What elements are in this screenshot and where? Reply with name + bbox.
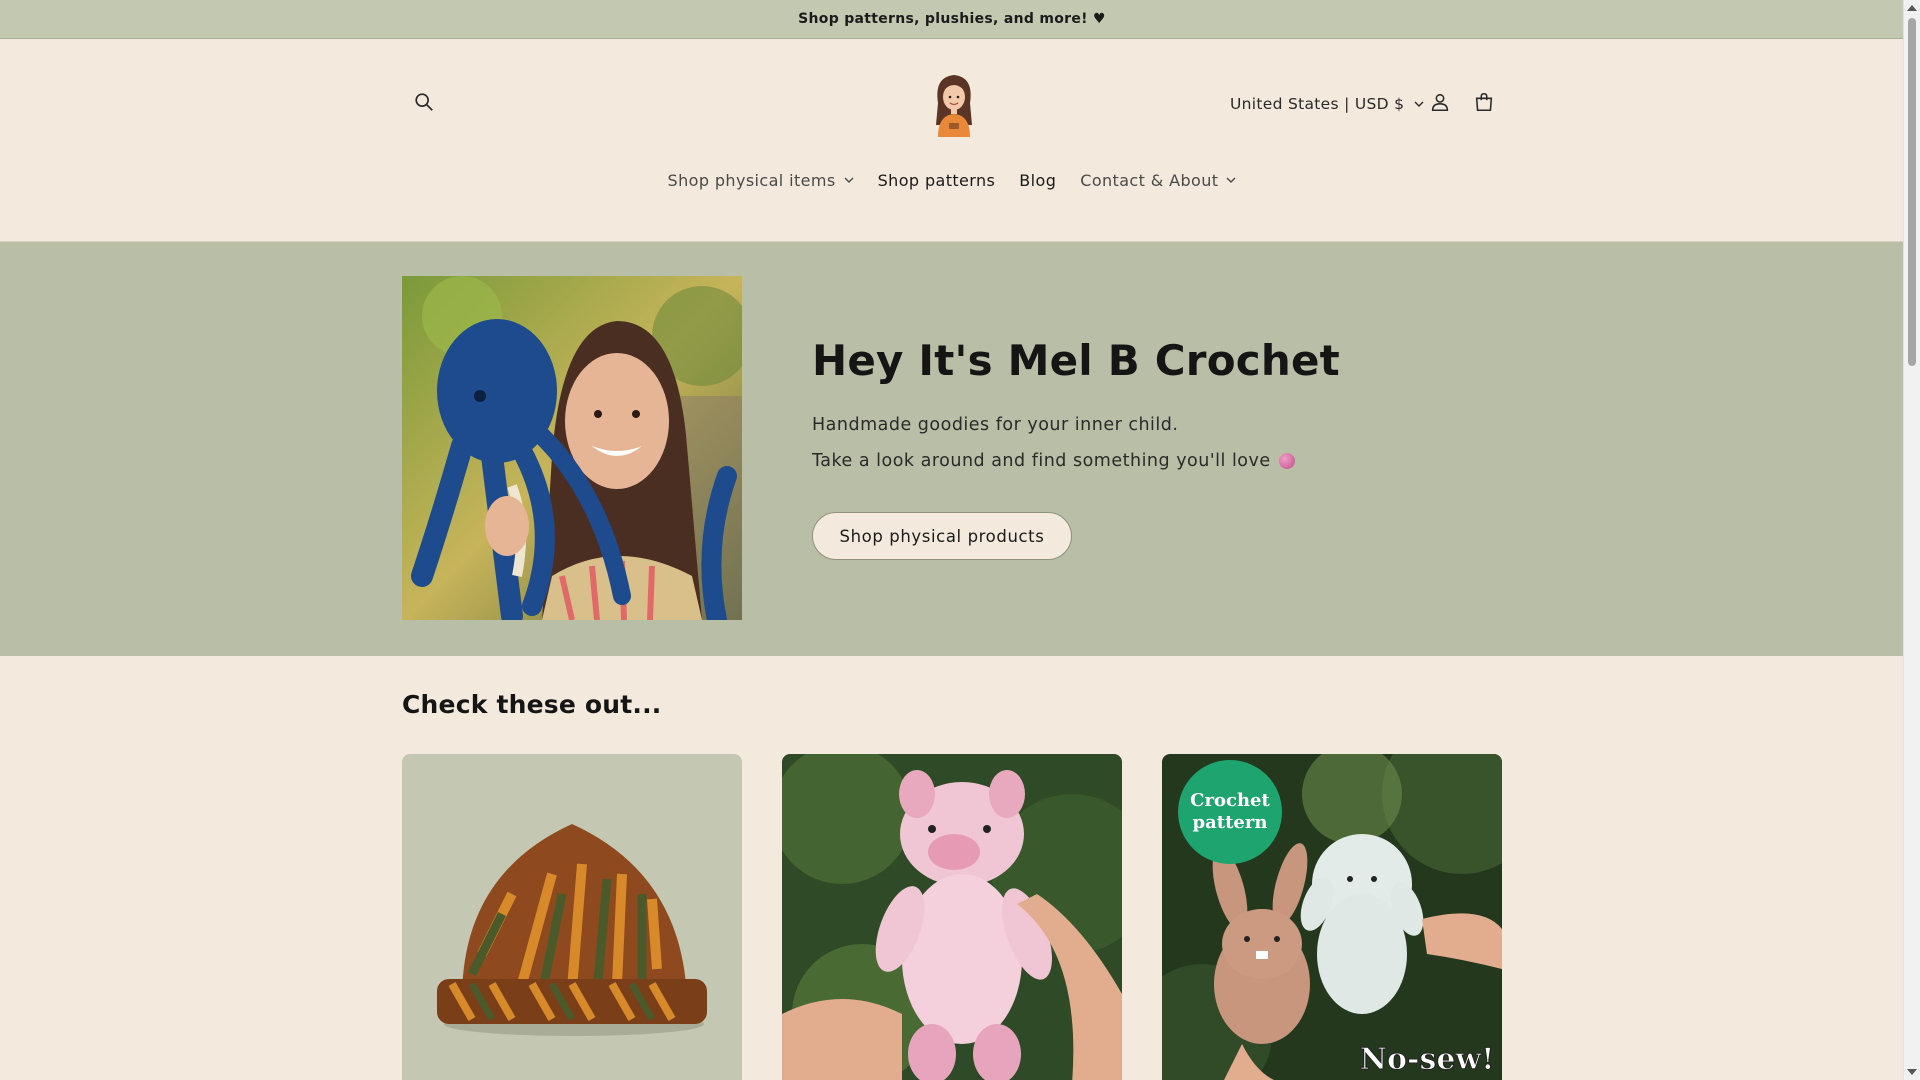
hero-photo	[402, 276, 742, 620]
locale-label: United States | USD $	[1230, 95, 1405, 113]
nav-blog[interactable]: Blog	[1007, 165, 1068, 195]
main-nav: Shop physical items Shop patterns Blog C…	[0, 165, 1904, 195]
badge-line-1: Crochet	[1190, 790, 1270, 811]
nav-shop-physical-items[interactable]: Shop physical items	[656, 165, 866, 195]
chevron-down-icon	[1226, 177, 1236, 183]
nav-label: Shop patterns	[877, 170, 996, 190]
yarn-ball-icon	[1278, 453, 1295, 469]
scroll-thumb[interactable]	[1908, 18, 1916, 366]
announcement-text: Shop patterns, plushies, and more! ♥	[798, 11, 1106, 27]
cart-icon[interactable]	[1464, 82, 1504, 122]
account-icon[interactable]	[1420, 82, 1460, 122]
hero-banner: Hey It's Mel B Crochet Handmade goodies …	[0, 242, 1904, 656]
page-scrollbar[interactable]	[1903, 0, 1920, 1080]
chevron-down-icon	[844, 177, 854, 183]
scroll-up-arrow[interactable]	[1907, 5, 1917, 11]
hero-subtitle: Handmade goodies for your inner child.	[812, 415, 1179, 435]
hero-title: Hey It's Mel B Crochet	[812, 336, 1340, 385]
site-header: United States | USD $ Shop physical item…	[0, 39, 1904, 242]
nav-contact-about[interactable]: Contact & About	[1068, 165, 1248, 195]
announcement-bar: Shop patterns, plushies, and more! ♥	[0, 0, 1904, 39]
avatar-logo[interactable]	[924, 69, 984, 139]
badge-line-2: pattern	[1193, 812, 1268, 833]
hero-tagline: Take a look around and find something yo…	[812, 451, 1512, 471]
product-card-pig-plushie[interactable]	[782, 754, 1122, 1080]
product-card-bunny-pattern[interactable]: Crochet pattern No-sew!	[1162, 754, 1502, 1080]
hero-tagline-text: Take a look around and find something yo…	[812, 451, 1271, 471]
product-card-hat[interactable]	[402, 754, 742, 1080]
hero-content: Hey It's Mel B Crochet Handmade goodies …	[812, 336, 1512, 560]
nav-shop-patterns[interactable]: Shop patterns	[866, 165, 1008, 195]
scroll-down-arrow[interactable]	[1907, 1069, 1917, 1075]
page: Shop patterns, plushies, and more! ♥ Uni…	[0, 0, 1904, 1080]
search-icon[interactable]	[404, 82, 444, 122]
nav-label: Shop physical items	[667, 170, 836, 190]
nav-label: Contact & About	[1080, 170, 1219, 190]
shop-physical-products-button[interactable]: Shop physical products	[812, 512, 1072, 560]
country-currency-selector[interactable]: United States | USD $	[1230, 91, 1424, 117]
featured-section-title: Check these out...	[402, 690, 662, 719]
no-sew-overlay: No-sew!	[1360, 1042, 1495, 1077]
nav-label: Blog	[1019, 170, 1057, 190]
